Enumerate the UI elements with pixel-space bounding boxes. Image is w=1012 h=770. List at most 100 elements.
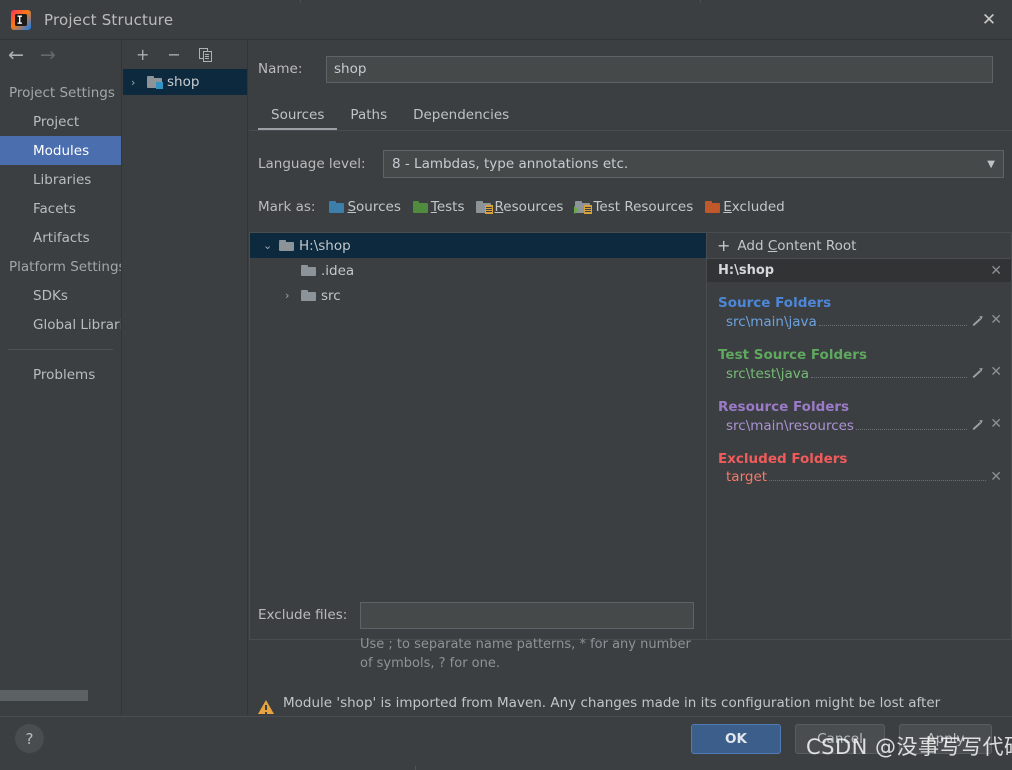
add-content-root-label: Add Content Root xyxy=(737,237,857,254)
tests-folder-icon xyxy=(412,201,428,213)
language-level-value: 8 - Lambdas, type annotations etc. xyxy=(392,156,629,172)
chevron-right-icon[interactable]: › xyxy=(285,289,296,302)
excluded-folders-title: Excluded Folders xyxy=(718,451,848,467)
module-name-label: Name: xyxy=(258,61,303,77)
watermark: CSDN @没事写写代码 xyxy=(806,735,1012,759)
tab-paths[interactable]: Paths xyxy=(337,107,400,130)
module-editor: Name: shop Sources Paths Dependencies La… xyxy=(249,40,1012,732)
copy-module-icon[interactable] xyxy=(198,47,213,62)
add-content-root-button[interactable]: + Add Content Root xyxy=(707,233,1011,259)
module-list-item-shop[interactable]: › shop xyxy=(123,69,247,95)
test-resources-folder-icon xyxy=(574,201,593,214)
test-source-folders-title: Test Source Folders xyxy=(718,347,867,363)
mark-as-test-resources-button[interactable]: Test Resources xyxy=(574,199,693,215)
resource-folders-group: Resource Folders src\main\resources ✕ xyxy=(707,399,1011,438)
excluded-folder-icon xyxy=(705,201,721,213)
tree-row[interactable]: › src xyxy=(250,283,706,308)
chevron-down-icon[interactable]: ▼ xyxy=(987,159,995,170)
close-icon[interactable]: ✕ xyxy=(966,0,1012,40)
content-root-header: H:\shop ✕ xyxy=(707,259,1011,282)
folder-entry: src\main\resources ✕ xyxy=(718,417,1011,438)
chevron-right-icon[interactable]: › xyxy=(131,76,142,89)
sidebar-item-global-libraries[interactable]: Global Libraries xyxy=(0,310,121,339)
edit-icon[interactable] xyxy=(971,314,983,326)
window-title: Project Structure xyxy=(44,10,174,29)
sidebar-item-sdks[interactable]: SDKs xyxy=(0,281,121,310)
edit-icon[interactable] xyxy=(971,366,983,378)
remove-module-button[interactable]: − xyxy=(167,46,180,63)
sidebar-horizontal-scrollbar[interactable] xyxy=(0,690,121,701)
footer-seam xyxy=(0,766,1012,770)
tree-row-label: .idea xyxy=(321,262,355,279)
title-bar: Project Structure ✕ xyxy=(0,0,1012,40)
folder-entry-path[interactable]: src\test\java xyxy=(718,366,809,382)
sidebar-item-facets[interactable]: Facets xyxy=(0,194,121,223)
dotted-filler xyxy=(769,471,987,481)
tree-row-label: src xyxy=(321,287,341,304)
folder-entry-path[interactable]: src\main\resources xyxy=(718,418,854,434)
mark-as-excluded-button[interactable]: Excluded xyxy=(705,199,785,215)
content-roots-panel: + Add Content Root H:\shop ✕ Source Fold… xyxy=(706,232,1012,640)
module-name-input[interactable]: shop xyxy=(326,55,993,83)
folder-entry: src\test\java ✕ xyxy=(718,365,1011,386)
folder-entry: target ✕ xyxy=(718,469,1011,490)
ok-button[interactable]: OK xyxy=(691,724,781,754)
remove-icon[interactable]: ✕ xyxy=(990,365,1002,379)
mark-as-sources-button[interactable]: Sources xyxy=(329,199,401,215)
sidebar-item-project[interactable]: Project xyxy=(0,107,121,136)
dotted-filler xyxy=(855,420,968,430)
language-level-select[interactable]: 8 - Lambdas, type annotations etc. ▼ xyxy=(383,150,1004,178)
exclude-files-row: Exclude files: xyxy=(249,600,706,630)
remove-icon[interactable]: ✕ xyxy=(990,313,1002,327)
forward-icon[interactable]: → xyxy=(40,45,56,65)
content-root-path: H:\shop xyxy=(718,263,775,278)
mark-as-tests-button[interactable]: Tests xyxy=(412,199,464,215)
dotted-filler xyxy=(818,316,968,326)
sidebar-item-libraries[interactable]: Libraries xyxy=(0,165,121,194)
tree-row[interactable]: .idea xyxy=(250,258,706,283)
language-level-row: Language level: 8 - Lambdas, type annota… xyxy=(258,149,1004,179)
sidebar-divider xyxy=(8,349,113,350)
resources-folder-icon xyxy=(476,201,494,214)
tree-row-label: H:\shop xyxy=(299,237,351,254)
folder-entry-path[interactable]: target xyxy=(718,469,767,485)
content-root-tree[interactable]: ⌄ H:\shop .idea › src xyxy=(249,232,706,640)
tab-dependencies[interactable]: Dependencies xyxy=(400,107,522,130)
remove-icon[interactable]: ✕ xyxy=(990,470,1002,484)
remove-content-root-icon[interactable]: ✕ xyxy=(990,264,1002,278)
folder-entry: src\main\java ✕ xyxy=(718,313,1011,334)
window-seam xyxy=(0,0,1012,3)
add-module-button[interactable]: + xyxy=(136,46,149,63)
sidebar-group-platform-settings: Platform Settings xyxy=(9,258,122,275)
sources-panes: ⌄ H:\shop .idea › src + Add Content Root… xyxy=(249,232,1012,640)
intellij-idea-logo xyxy=(10,9,32,31)
chevron-down-icon[interactable]: ⌄ xyxy=(263,239,274,252)
module-tabs: Sources Paths Dependencies xyxy=(258,100,1012,130)
edit-icon[interactable] xyxy=(971,418,983,430)
exclude-files-section: Exclude files: Use ; to separate name pa… xyxy=(249,600,706,673)
sidebar-item-modules[interactable]: Modules xyxy=(0,136,121,165)
tree-row[interactable]: ⌄ H:\shop xyxy=(250,233,706,258)
folder-entry-path[interactable]: src\main\java xyxy=(718,314,817,330)
modules-list-panel: + − › shop xyxy=(123,40,248,715)
settings-sidebar: ← → Project Settings Project Modules Lib… xyxy=(0,40,122,715)
exclude-files-hint: Use ; to separate name patterns, * for a… xyxy=(360,637,691,671)
sidebar-item-artifacts[interactable]: Artifacts xyxy=(0,223,121,252)
language-level-label: Language level: xyxy=(258,156,366,172)
back-icon[interactable]: ← xyxy=(8,45,24,65)
tab-sources[interactable]: Sources xyxy=(258,107,338,130)
source-folders-title: Source Folders xyxy=(718,295,832,311)
mark-as-resources-button[interactable]: Resources xyxy=(476,199,563,215)
tabs-underline xyxy=(249,130,1012,131)
sidebar-item-problems[interactable]: Problems xyxy=(0,360,121,389)
help-button[interactable]: ? xyxy=(15,724,44,753)
sidebar-nav-list: Project Settings Project Modules Librari… xyxy=(0,78,121,389)
sidebar-group-project-settings: Project Settings xyxy=(9,84,115,101)
scrollbar-thumb[interactable] xyxy=(0,690,88,701)
exclude-files-input[interactable] xyxy=(360,601,694,629)
dotted-filler xyxy=(811,368,968,378)
sources-folder-icon xyxy=(329,201,345,213)
remove-icon[interactable]: ✕ xyxy=(990,417,1002,431)
mark-as-row: Mark as: Sources Tests Resources Test Re… xyxy=(258,196,1012,218)
module-list-item-label: shop xyxy=(167,74,200,90)
